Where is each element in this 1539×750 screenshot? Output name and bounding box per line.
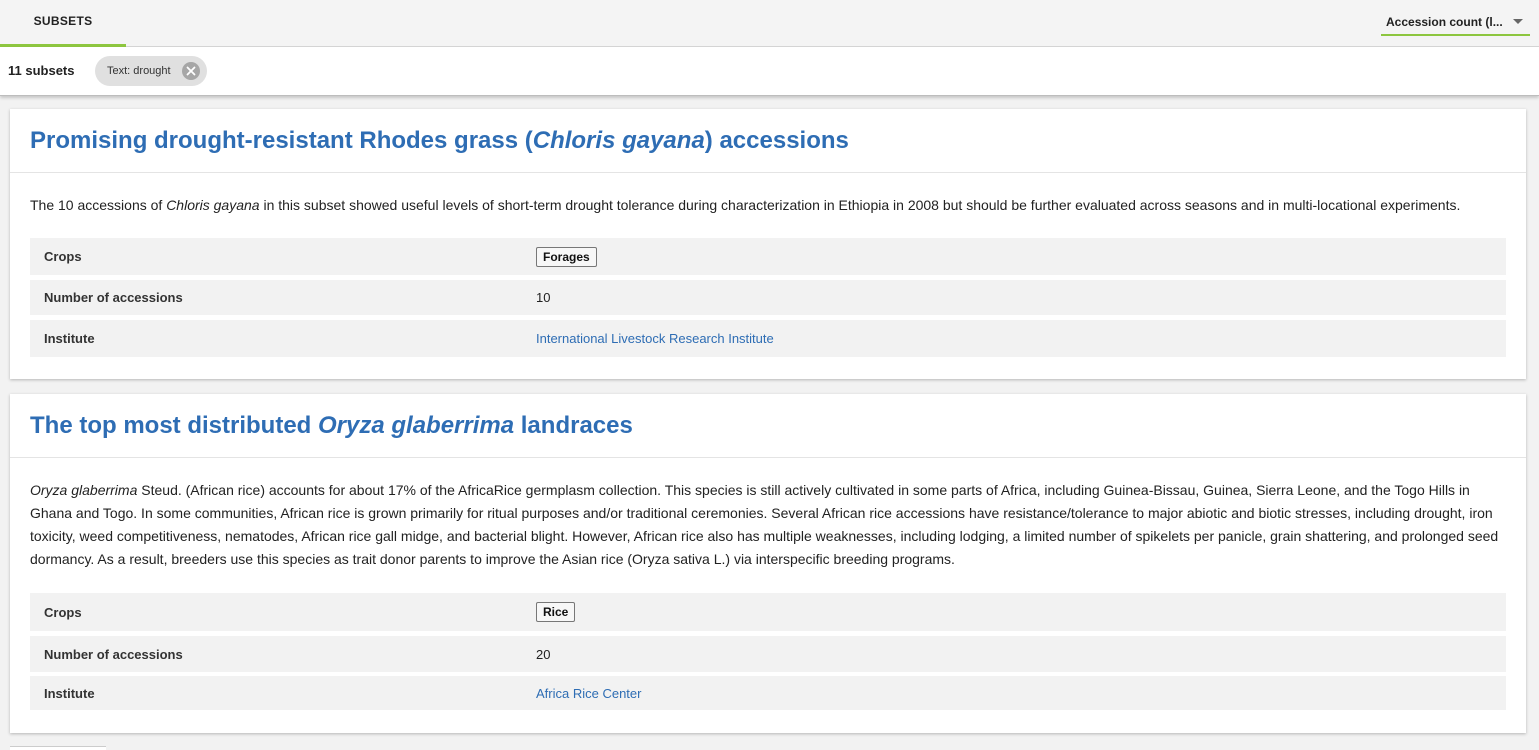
subset-card: The top most distributed Oryza glaberrim… bbox=[10, 394, 1526, 733]
next-card-edge bbox=[10, 746, 106, 750]
subset-title-suffix: ) accessions bbox=[704, 126, 849, 154]
sort-select-value: Accession count (l... bbox=[1386, 14, 1503, 29]
meta-key-institute: Institute bbox=[44, 685, 95, 701]
crop-badge[interactable]: Forages bbox=[536, 246, 597, 267]
subset-description: The 10 accessions of Chloris gayana in t… bbox=[10, 173, 1526, 217]
meta-row-institute: Institute Africa Rice Center bbox=[30, 676, 1506, 710]
meta-row-accessions: Number of accessions 10 bbox=[30, 280, 1506, 315]
meta-row-accessions: Number of accessions 20 bbox=[30, 636, 1506, 672]
filter-chip-label: Text: drought bbox=[107, 65, 171, 77]
description-species: Oryza glaberrima bbox=[30, 482, 138, 498]
crop-badge[interactable]: Rice bbox=[536, 602, 576, 622]
meta-key-crops: Crops bbox=[44, 249, 82, 264]
filter-bar: 11 subsets Text: drought bbox=[0, 47, 1539, 96]
institute-link[interactable]: International Livestock Research Institu… bbox=[536, 331, 774, 346]
subset-title-species: Chloris gayana bbox=[532, 126, 705, 154]
description-body: in this subset showed useful levels of s… bbox=[259, 197, 1461, 213]
meta-key-crops: Crops bbox=[44, 604, 82, 620]
description-text: The 10 accessions of bbox=[30, 197, 167, 213]
subset-title-suffix: landraces bbox=[514, 411, 633, 439]
tab-subsets[interactable]: SUBSETS bbox=[0, 0, 126, 47]
sort-select[interactable]: Accession count (l... bbox=[1381, 9, 1530, 36]
meta-row-crops: Crops Forages bbox=[30, 238, 1506, 275]
caret-down-icon bbox=[1513, 19, 1523, 24]
institute-link[interactable]: Africa Rice Center bbox=[536, 686, 641, 701]
subset-title-text: The top most distributed bbox=[30, 411, 318, 439]
meta-row-crops: Crops Rice bbox=[30, 593, 1506, 631]
meta-key-accessions: Number of accessions bbox=[44, 290, 183, 305]
filter-chip-text: Text: drought bbox=[95, 56, 207, 86]
meta-val-crops: Forages bbox=[536, 246, 597, 267]
meta-val-accessions: 10 bbox=[536, 290, 551, 305]
meta-val-accessions: 20 bbox=[536, 646, 551, 662]
subset-count: 11 subsets bbox=[8, 63, 75, 78]
meta-key-institute: Institute bbox=[44, 331, 95, 346]
meta-key-accessions: Number of accessions bbox=[44, 646, 183, 662]
subset-card: Promising drought-resistant Rhodes grass… bbox=[10, 109, 1526, 379]
subset-title-species: Oryza glaberrima bbox=[318, 411, 515, 439]
description-body: Steud. (African rice) accounts for about… bbox=[30, 482, 1499, 567]
subset-title[interactable]: Promising drought-resistant Rhodes grass… bbox=[10, 109, 1526, 173]
close-circle-icon[interactable] bbox=[182, 62, 200, 80]
subset-title-text: Promising drought-resistant Rhodes grass… bbox=[30, 126, 533, 154]
meta-val-crops: Rice bbox=[536, 602, 576, 622]
meta-row-institute: Institute International Livestock Resear… bbox=[30, 320, 1506, 357]
top-tab-bar: SUBSETS Accession count (l... bbox=[0, 0, 1539, 47]
subset-description: Oryza glaberrima Steud. (African rice) a… bbox=[10, 458, 1526, 571]
subset-title[interactable]: The top most distributed Oryza glaberrim… bbox=[10, 394, 1526, 458]
description-species: Chloris gayana bbox=[166, 197, 260, 213]
